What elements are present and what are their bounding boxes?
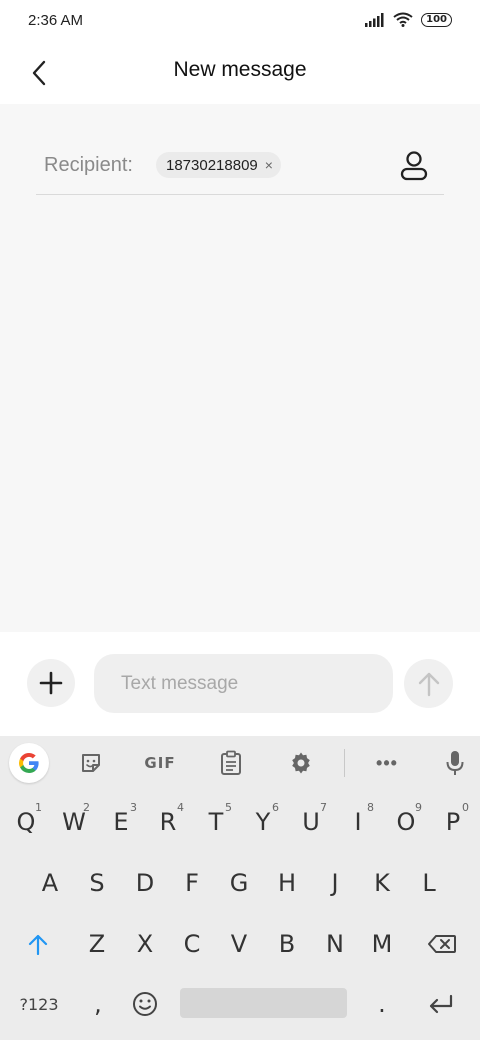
key-y[interactable]: Y6	[241, 794, 285, 850]
signal-icon	[365, 12, 384, 27]
status-time: 2:36 AM	[28, 12, 84, 29]
recipient-chip[interactable]: 18730218809 ×	[156, 152, 281, 178]
emoji-key[interactable]	[123, 976, 167, 1032]
clipboard-icon	[221, 750, 241, 775]
google-button[interactable]	[9, 743, 49, 783]
key-l[interactable]: L	[407, 855, 451, 911]
enter-key[interactable]	[418, 976, 462, 1032]
microphone-icon	[446, 751, 464, 775]
sticker-button[interactable]	[72, 744, 110, 782]
key-h[interactable]: H	[265, 855, 309, 911]
key-n[interactable]: N	[313, 916, 357, 972]
key-f[interactable]: F	[170, 855, 214, 911]
wifi-icon	[393, 12, 413, 27]
key-r[interactable]: R4	[146, 794, 190, 850]
key-o[interactable]: O9	[384, 794, 428, 850]
period-key[interactable]: .	[360, 976, 404, 1032]
more-options-button[interactable]: •••	[368, 744, 406, 782]
page-title: New message	[173, 58, 307, 81]
backspace-key[interactable]	[420, 916, 464, 972]
shift-arrow-icon	[28, 934, 48, 955]
recipient-chip-number: 18730218809	[166, 156, 258, 174]
key-i[interactable]: I8	[336, 794, 380, 850]
keyboard: GIF ••• Q1 W 2 E 3 R 4 T 5 Y 6 U 7 I 8 O…	[0, 736, 480, 1040]
plus-icon	[39, 671, 63, 695]
key-row-3: Z X C V B N M	[0, 916, 480, 972]
key-x[interactable]: X	[123, 916, 167, 972]
status-bar: 2:36 AM 100	[0, 0, 480, 42]
recipient-row: Recipient: 18730218809 ×	[36, 144, 444, 195]
voice-input-button[interactable]	[436, 744, 474, 782]
gear-icon	[292, 752, 310, 774]
key-v[interactable]: V	[217, 916, 261, 972]
recipient-label: Recipient:	[44, 154, 133, 176]
key-q[interactable]: Q1	[4, 794, 48, 850]
key-c[interactable]: C	[170, 916, 214, 972]
conversation-area: Recipient: 18730218809 ×	[0, 104, 480, 632]
key-row-2: A S D F G H J K L	[0, 855, 480, 911]
key-w[interactable]: W2	[52, 794, 96, 850]
more-dots-icon: •••	[376, 752, 398, 773]
key-z[interactable]: Z	[75, 916, 119, 972]
gif-button[interactable]: GIF	[141, 744, 179, 782]
key-row-4: ?123 , .	[0, 976, 480, 1032]
key-e[interactable]: E3	[99, 794, 143, 850]
contact-icon	[400, 151, 428, 181]
send-button[interactable]	[404, 659, 453, 708]
text-message-input[interactable]	[94, 654, 393, 713]
backspace-icon	[428, 935, 456, 953]
key-j[interactable]: J	[313, 855, 357, 911]
key-g[interactable]: G	[217, 855, 261, 911]
battery-indicator: 100	[421, 12, 452, 27]
comma-key[interactable]: ,	[76, 976, 120, 1032]
symbols-key[interactable]: ?123	[14, 976, 64, 1032]
key-b[interactable]: B	[265, 916, 309, 972]
select-contact-button[interactable]	[398, 150, 430, 182]
key-u[interactable]: U7	[289, 794, 333, 850]
toolbar-divider	[344, 749, 345, 777]
google-icon	[19, 752, 39, 773]
key-k[interactable]: K	[360, 855, 404, 911]
sticker-icon	[82, 754, 100, 772]
shift-key[interactable]	[16, 916, 60, 972]
key-d[interactable]: D	[123, 855, 167, 911]
keyboard-toolbar: GIF •••	[0, 736, 480, 790]
remove-recipient-icon[interactable]: ×	[265, 157, 273, 173]
key-s[interactable]: S	[75, 855, 119, 911]
space-key[interactable]	[180, 988, 347, 1018]
status-icons: 100	[365, 12, 452, 27]
send-arrow-icon	[418, 672, 439, 696]
enter-icon	[429, 994, 453, 1014]
key-t[interactable]: T5	[194, 794, 238, 850]
compose-bar	[0, 632, 480, 736]
gif-label: GIF	[144, 754, 176, 772]
key-m[interactable]: M	[360, 916, 404, 972]
settings-button[interactable]	[282, 744, 320, 782]
clipboard-button[interactable]	[212, 744, 250, 782]
key-row-1: Q1 W2 E3 R4 T5 Y6 U7 I8 O9 P0	[0, 794, 480, 850]
emoji-icon	[133, 992, 157, 1016]
key-p[interactable]: P0	[431, 794, 475, 850]
app-bar: New message	[0, 42, 480, 104]
key-a[interactable]: A	[28, 855, 72, 911]
attach-button[interactable]	[27, 659, 75, 707]
